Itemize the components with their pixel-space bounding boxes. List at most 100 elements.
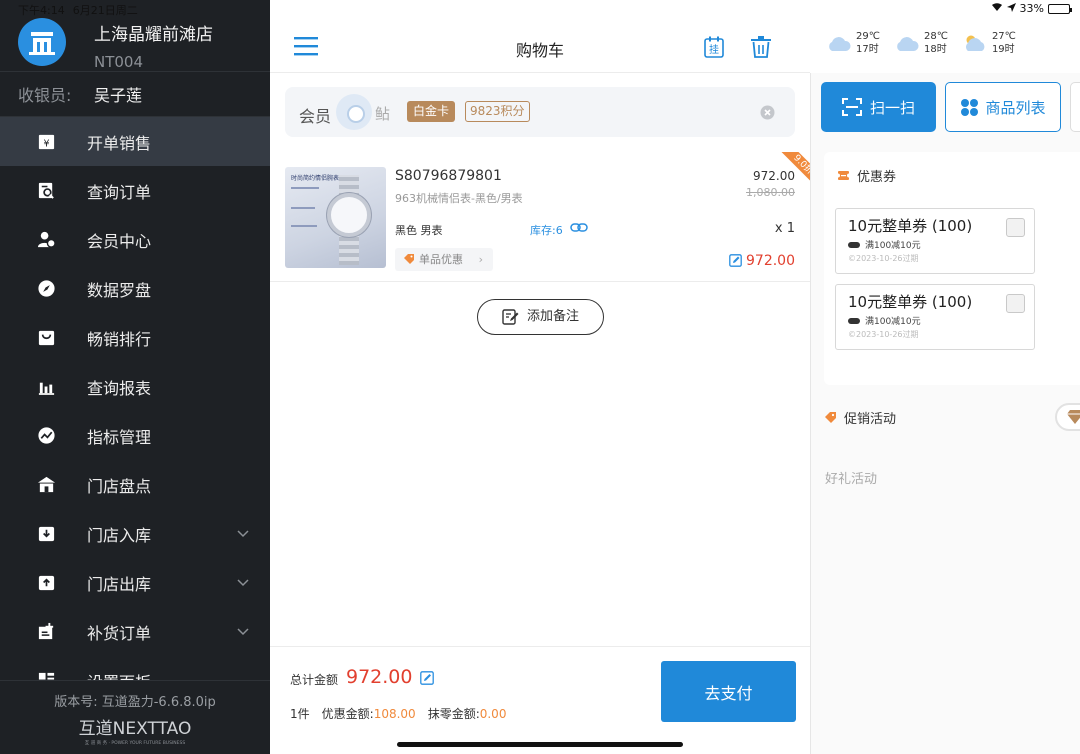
member-label: 会员: [299, 107, 332, 126]
rounding-value: 0.00: [479, 707, 507, 721]
brand-logo: 互道NEXTTAO 互 道 商 务 · POWER YOUR FUTURE BU…: [0, 716, 270, 746]
product-attributes: 黑色 男表: [395, 224, 443, 237]
wifi-icon: [991, 2, 1003, 15]
sidebar-item-inbound[interactable]: 门店入库: [0, 509, 270, 558]
trash-icon[interactable]: [751, 36, 771, 58]
sidebar-item-reports[interactable]: 查询报表: [0, 362, 270, 411]
product-image[interactable]: 时尚简约情侣腕表: [285, 167, 386, 268]
coupon-item[interactable]: 10元整单券 (100) 满100减10元 ©2023-10-26过期: [835, 208, 1035, 274]
store-code: NT004: [94, 53, 144, 71]
product-stock: 库存:6: [530, 224, 563, 237]
weather-item: 29℃ 17时: [826, 30, 880, 56]
status-bar-time: 下午4:14 6月21日周二: [18, 2, 146, 18]
coupon-item[interactable]: 10元整单券 (100) 满100减10元 ©2023-10-26过期: [835, 284, 1035, 350]
coupon-rule: 满100减10元: [848, 314, 921, 327]
weather-time: 18时: [923, 44, 947, 55]
weather-forecast: 29℃ 17时 28℃ 18时 27℃ 19时: [826, 30, 1016, 56]
bar-chart-icon: [36, 377, 56, 397]
sidebar-footer: 版本号: 互道盈力-6.6.8.0ip 互道NEXTTAO 互 道 商 务 · …: [0, 680, 270, 754]
promotion-toggle[interactable]: [1055, 403, 1080, 431]
register-icon: ¥: [36, 132, 56, 152]
partly-sunny-icon: [965, 35, 985, 51]
sidebar-item-replenish[interactable]: 补货订单: [0, 607, 270, 656]
promotion-header: 促销活动: [825, 408, 896, 427]
hang-order-icon[interactable]: 挂: [704, 36, 724, 58]
order-search-icon: [36, 181, 56, 201]
sidebar-item-bestsellers[interactable]: 畅销排行: [0, 313, 270, 362]
member-bar[interactable]: 会员 鲇 白金卡 9823积分: [285, 87, 795, 137]
coupon-checkbox[interactable]: [1006, 218, 1025, 237]
coupon-name: 10元整单券 (100): [848, 293, 973, 311]
chevron-right-icon: ›: [478, 253, 483, 266]
weather-temp: 28℃: [923, 31, 948, 42]
grid-icon: [961, 98, 979, 116]
sidebar-item-members[interactable]: 会员中心: [0, 215, 270, 264]
status-time: 下午4:14: [18, 4, 65, 17]
cashier-name: 吴子莲: [94, 86, 143, 105]
sidebar-item-label: 补货订单: [87, 623, 152, 643]
edit-icon[interactable]: [420, 671, 434, 685]
status-date: 6月21日周二: [72, 4, 138, 17]
sidebar-item-label: 会员中心: [87, 231, 152, 251]
coupon-checkbox[interactable]: [1006, 294, 1025, 313]
coupon-header: 优惠券: [838, 166, 896, 185]
more-actions-button[interactable]: [1070, 82, 1080, 132]
tag-icon: [825, 412, 836, 423]
battery-icon: [1048, 3, 1072, 14]
menu-icon[interactable]: [294, 36, 318, 56]
coupon-expire: ©2023-10-26过期: [848, 330, 919, 339]
coupon-rule-text: 满100减10元: [865, 317, 921, 327]
add-note-label: 添加备注: [527, 309, 580, 324]
discount-label: 优惠金额:: [321, 707, 374, 721]
promo-label: 单品优惠: [419, 253, 463, 266]
clear-member-icon[interactable]: [760, 105, 775, 120]
single-item-promo-button[interactable]: 单品优惠 ›: [395, 248, 493, 271]
product-quantity[interactable]: x 1: [775, 221, 795, 236]
sidebar-item-label: 查询报表: [87, 378, 152, 398]
sidebar-item-sales[interactable]: ¥ 开单销售: [0, 117, 270, 166]
weather-item: 28℃ 18时: [894, 30, 948, 56]
diamond-icon: [1067, 410, 1080, 424]
brand-name: 互道NEXTTAO: [79, 719, 192, 739]
tag-icon: [404, 254, 414, 264]
link-icon[interactable]: [570, 221, 588, 234]
right-panel: 扫一扫 商品列表 优惠券 10元整单券 (100) 满100减10元 ©2023…: [810, 73, 1080, 754]
coupon-rule: 满100减10元: [848, 238, 921, 251]
cashier-label: 收银员:: [18, 86, 72, 105]
battery-percent: 33%: [1019, 2, 1044, 15]
product-price: 972.00: [753, 169, 795, 183]
shopping-bag-icon: [36, 328, 56, 348]
sidebar-item-outbound[interactable]: 门店出库: [0, 558, 270, 607]
chevron-down-icon[interactable]: [236, 526, 250, 540]
chevron-down-icon[interactable]: [236, 575, 250, 589]
sidebar-item-compass[interactable]: 数据罗盘: [0, 264, 270, 313]
weather-item: 27℃ 19时: [962, 30, 1016, 56]
member-name: 鲇: [375, 105, 391, 123]
sidebar-item-orders[interactable]: 查询订单: [0, 166, 270, 215]
coupon-rule-text: 满100减10元: [865, 241, 921, 251]
member-icon: [36, 230, 56, 250]
sidebar-item-label: 门店入库: [87, 525, 152, 545]
discount-value: 108.00: [373, 707, 416, 721]
product-list-button[interactable]: 商品列表: [945, 82, 1061, 132]
weather-time: 19时: [991, 44, 1015, 55]
pay-button[interactable]: 去支付: [661, 661, 796, 722]
home-indicator[interactable]: [397, 742, 683, 747]
add-note-button[interactable]: 添加备注: [477, 299, 604, 335]
coupon-section: 优惠券 10元整单券 (100) 满100减10元 ©2023-10-26过期 …: [824, 152, 1080, 385]
sidebar-item-stocktake[interactable]: 门店盘点: [0, 460, 270, 509]
product-original-price: 1,080.00: [746, 186, 795, 199]
svg-text:¥: ¥: [43, 138, 49, 149]
cart-summary-stats: 1件 优惠金额:108.00 抹零金额:0.00: [290, 705, 506, 722]
cloud-icon: [829, 37, 851, 51]
cart-item[interactable]: 时尚简约情侣腕表 S80796879801 963机械情侣表-黑色/男表 黑色 …: [270, 152, 810, 282]
chevron-down-icon[interactable]: [236, 624, 250, 638]
coupon-rule-icon: [848, 317, 860, 324]
edit-icon[interactable]: [729, 254, 742, 267]
product-description: 963机械情侣表-黑色/男表: [395, 192, 523, 205]
sidebar-item-label: 门店盘点: [87, 476, 152, 496]
note-edit-icon: [502, 309, 519, 325]
scan-button[interactable]: 扫一扫: [821, 82, 936, 132]
member-points-badge: 9823积分: [465, 101, 530, 122]
sidebar-item-metrics[interactable]: 指标管理: [0, 411, 270, 460]
